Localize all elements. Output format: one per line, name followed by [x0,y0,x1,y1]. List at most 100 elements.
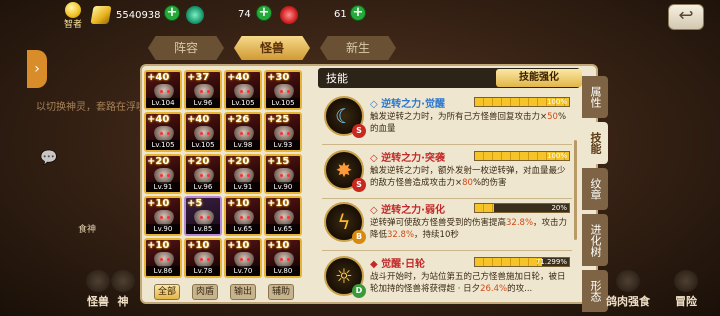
monster-eye [247,132,250,135]
monster-eye [160,174,163,177]
green-gem-currency [186,5,204,25]
chat-bubble-icon[interactable]: 💬 [40,150,57,166]
add-green-gem-button[interactable]: + [256,5,272,21]
compass-icon [674,270,698,292]
red-gem-icon [280,6,298,24]
monster-level: Lv.96 [186,182,220,192]
monster-card[interactable]: +25 Lv.93 [264,112,302,152]
monster-level: Lv.91 [226,182,260,192]
tab-skills[interactable]: 技能 [582,122,608,164]
monster-plus-level: +40 [147,114,170,125]
top-bar: 智者 5540938 + 74 + 61 + ↩ [0,0,720,30]
skill-description: 触发逆转之力时，为所有己方怪兽回复攻击力×50%的血量 [370,112,567,134]
skill-item[interactable]: ϟ B ◇ 逆转之力·弱化 20% 逆转弹可使敌方怪兽受到的伤害提高32.8%，… [322,200,572,248]
monster-card[interactable]: +40 Lv.105 [144,112,182,152]
burst-skill-icon: ✸ S [324,150,366,192]
monster-card[interactable]: +40 Lv.105 [184,112,222,152]
monster-card[interactable]: +10 Lv.65 [224,196,262,236]
skill-name: ◇ 逆转之力·弱化 [370,205,445,216]
monster-level: Lv.105 [186,140,220,150]
monster-eye [287,174,290,177]
gold-value: 5540938 [116,9,161,21]
food-god-label: 食神 [78,225,97,235]
background-hint-text: 以切换神灵，套路在浮唤 [36,102,146,113]
monster-card[interactable]: +10 Lv.65 [264,196,302,236]
monster-level: Lv.65 [226,224,260,234]
divider [322,144,572,145]
skill-item[interactable]: ☾ S ◇ 逆转之力·觉醒 100% 触发逆转之力时，为所有己方怪兽回复攻击力×… [322,94,572,142]
monster-eye [247,258,250,261]
monster-plus-level: +10 [267,198,290,209]
right-tabs: 属性 技能 纹章 进化树 形态 [582,76,608,312]
lightning-skill-icon: ϟ B [324,202,366,244]
skill-panel-title: 技能 [326,72,348,85]
monster-plus-level: +5 [187,198,203,209]
monster-eye [207,132,210,135]
monster-eye [207,216,210,219]
monster-level: Lv.65 [266,224,300,234]
tab-rebirth[interactable]: 新生 [320,36,396,60]
monster-eye [200,258,203,261]
monster-level: Lv.105 [266,98,300,108]
monster-plus-level: +10 [147,240,170,251]
monster-card[interactable]: +37 Lv.96 [184,70,222,110]
monster-eye [280,174,283,177]
skill-scrollbar[interactable] [574,140,577,240]
grade-badge: S [352,124,366,138]
tab-monsters[interactable]: 怪兽 [234,36,310,60]
monster-eye [247,174,250,177]
skill-progress-text: 100% [546,152,567,160]
monster-eye [287,132,290,135]
monster-level: Lv.96 [186,98,220,108]
add-red-gem-button[interactable]: + [350,5,366,21]
monster-eye [240,258,243,261]
grade-badge: S [352,178,366,192]
divider [322,250,572,251]
monster-card[interactable]: +5 Lv.85 [184,196,222,236]
monster-eye [167,132,170,135]
monster-eye [200,216,203,219]
monster-eye [167,216,170,219]
monster-card[interactable]: +20 Lv.96 [184,154,222,194]
skill-progress-bar: 100% [474,97,570,107]
back-button[interactable]: ↩ [668,4,704,30]
bottom-nav: 怪兽 神 鸽肉强食 冒险 [0,268,720,316]
monster-card[interactable]: +10 Lv.90 [144,196,182,236]
tab-attributes[interactable]: 属性 [582,76,608,118]
monster-eye [240,174,243,177]
monster-plus-level: +20 [187,156,210,167]
tab-lineup[interactable]: 阵容 [148,36,224,60]
monster-eye [247,90,250,93]
monster-eye [200,174,203,177]
monster-card[interactable]: +40 Lv.104 [144,70,182,110]
monster-eye [160,216,163,219]
red-gem-value: 61 [334,9,347,20]
skill-item[interactable]: ✸ S ◇ 逆转之力·突袭 100% 触发逆转之力时，额外发射一枚逆转弹，对血量… [322,148,572,196]
chevron-right-icon: › [34,61,40,77]
skill-progress-bar: 20% [474,203,570,213]
monster-card[interactable]: +40 Lv.105 [224,70,262,110]
monster-card[interactable]: +26 Lv.98 [224,112,262,152]
lightbulb-icon [65,2,81,18]
side-expand-tab[interactable]: › [27,50,47,88]
monster-grid: +40 Lv.104 +37 Lv.96 +40 Lv.105 +30 Lv.105 +40 Lv… [144,70,304,278]
monster-card[interactable]: +30 Lv.105 [264,70,302,110]
nav-survival[interactable]: 鸽肉强食 [598,268,658,316]
tab-emblem[interactable]: 纹章 [582,168,608,210]
monster-card[interactable]: +20 Lv.91 [224,154,262,194]
monster-plus-level: +30 [267,72,290,83]
tab-evolution-tree[interactable]: 进化树 [582,214,608,266]
skill-progress-bar: 71.299% [474,257,570,267]
monster-eye [287,216,290,219]
monster-card[interactable]: +20 Lv.91 [144,154,182,194]
nav-gods[interactable]: 神 [108,268,138,316]
nav-adventure[interactable]: 冒险 [656,268,716,316]
divider [322,198,572,199]
skill-enhance-button[interactable]: 技能强化 [496,69,582,87]
monster-level: Lv.105 [226,98,260,108]
add-gold-button[interactable]: + [164,5,180,21]
monster-card[interactable]: +15 Lv.90 [264,154,302,194]
wise-badge[interactable]: 智者 [60,2,86,30]
green-gem-value: 74 [238,9,251,20]
skill-name: ◇ 逆转之力·突袭 [370,153,445,164]
